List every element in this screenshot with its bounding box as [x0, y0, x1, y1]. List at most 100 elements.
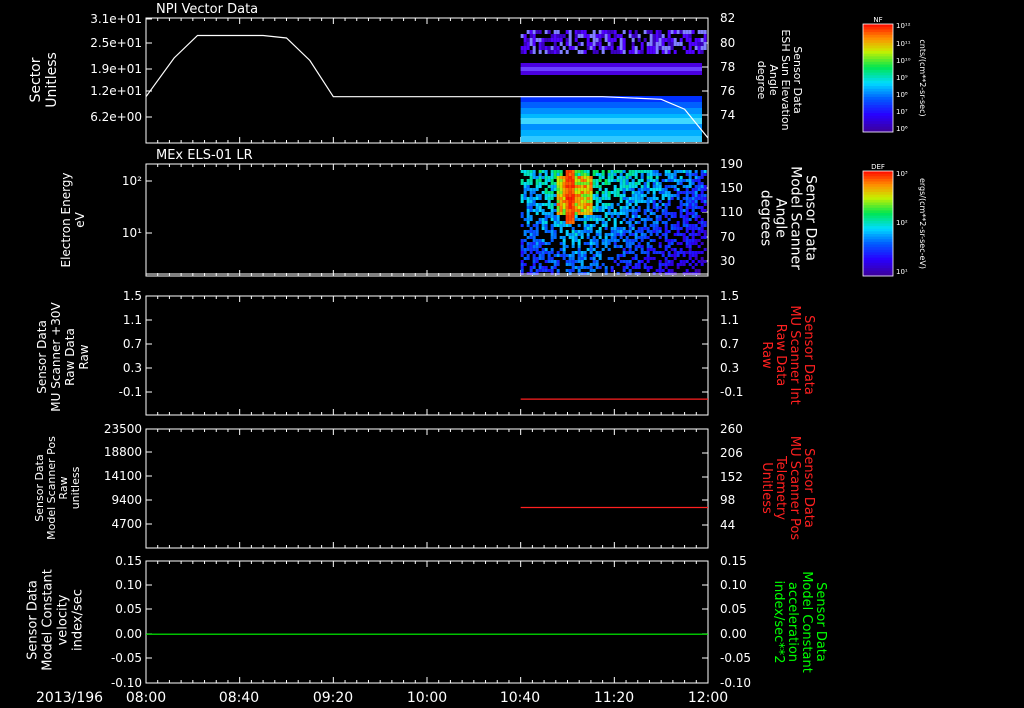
spectrogram-cell — [559, 230, 563, 233]
spectrogram-cell — [547, 176, 551, 179]
spectrogram-cell — [610, 42, 614, 46]
spectrogram-cell — [577, 203, 581, 206]
spectrogram-cell — [634, 46, 638, 50]
left-axis-label-line: index/sec — [71, 589, 86, 651]
spectrogram-cell — [565, 260, 569, 263]
left-axis-label-line: Sensor Data — [26, 580, 41, 660]
spectrogram-cell — [544, 221, 548, 224]
spectrogram-cell — [523, 194, 527, 197]
spectrogram-cell — [643, 209, 647, 212]
spectrogram-cell — [649, 266, 653, 269]
spectrogram-cell — [526, 236, 530, 239]
spectrogram-cell — [556, 46, 560, 50]
colorbar-unit-label: cnts/(cm**2-sr-sec) — [918, 39, 927, 116]
spectrogram-cell — [631, 34, 635, 38]
left-axis-label-line: MU Scanner +30V — [49, 302, 63, 412]
spectrogram-cell — [658, 191, 662, 194]
spectrogram-cell — [685, 239, 689, 242]
spectrogram-cell — [670, 179, 674, 182]
spectrogram-cell — [592, 50, 596, 54]
spectrogram-cell — [652, 203, 656, 206]
spectrogram-cell — [589, 257, 593, 260]
spectrogram-cell — [664, 230, 668, 233]
spectrogram-cell — [634, 200, 638, 203]
spectrogram-cell — [541, 227, 545, 230]
spectrogram-cell — [574, 233, 578, 236]
spectrogram-cell — [610, 215, 614, 218]
spectrogram-cell — [640, 170, 644, 173]
spectrogram-cell — [640, 50, 644, 54]
spectrogram-cell — [667, 203, 671, 206]
spectrogram-cell — [619, 179, 623, 182]
spectrogram-cell — [622, 38, 626, 42]
spectrogram-cell — [556, 194, 560, 197]
spectrogram-cell — [703, 188, 707, 191]
spectrogram-cell — [634, 221, 638, 224]
right-tick-label: 1.1 — [720, 313, 739, 327]
spectrogram-cell — [595, 263, 599, 266]
spectrogram-cell — [691, 191, 695, 194]
spectrogram-cell — [550, 269, 554, 272]
spectrogram-cell — [616, 46, 620, 50]
spectrogram-cell — [529, 206, 533, 209]
spectrogram-cell — [592, 254, 596, 257]
spectrogram-cell — [565, 221, 569, 224]
spectrogram-cell — [586, 236, 590, 239]
spectrogram-cell — [691, 188, 695, 191]
spectrogram-cell — [577, 170, 581, 173]
spectrogram-cell — [571, 257, 575, 260]
spectrogram-cell — [526, 170, 530, 173]
spectrogram-cell — [673, 215, 677, 218]
spectrogram-cell — [658, 34, 662, 38]
left-axis-label: Raw Data — [63, 328, 77, 386]
spectrogram-cell — [535, 221, 539, 224]
spectrogram-cell — [580, 182, 584, 185]
spectrogram-cell — [679, 176, 683, 179]
spectrogram-cell — [658, 245, 662, 248]
right-axis-label: Angle — [773, 198, 789, 238]
spectrogram-cell — [667, 170, 671, 173]
spectrogram-cell — [607, 239, 611, 242]
spectrogram-cell — [523, 239, 527, 242]
spectrogram-cell — [691, 212, 695, 215]
spectrogram-cell — [568, 200, 572, 203]
spectrogram-cell — [604, 191, 608, 194]
spectrogram-cell — [649, 245, 653, 248]
spectrogram-cell — [697, 194, 701, 197]
spectrogram-cell — [550, 185, 554, 188]
spectrogram-cell — [598, 34, 602, 38]
spectrogram-cell — [667, 263, 671, 266]
spectrogram-cell — [520, 50, 524, 54]
spectrogram-cell — [637, 260, 641, 263]
spectrogram-cell — [625, 266, 629, 269]
spectrogram-cell — [697, 197, 701, 200]
colorbar-1: NF10¹²10¹¹10¹⁰10⁹10⁸10⁷10⁶ — [862, 16, 911, 133]
spectrogram-cell — [577, 197, 581, 200]
spectrogram-cell — [655, 251, 659, 254]
spectrogram-cell — [703, 38, 707, 42]
spectrogram-cell — [619, 227, 623, 230]
spectrogram-cell — [619, 42, 623, 46]
spectrogram-cell — [550, 34, 554, 38]
spectrogram-cell — [571, 254, 575, 257]
spectrogram-cell — [682, 224, 686, 227]
spectrogram-cell — [565, 233, 569, 236]
spectrogram-cell — [598, 197, 602, 200]
spectrogram-cell — [583, 221, 587, 224]
spectrogram-cell — [682, 221, 686, 224]
spectrogram-cell — [655, 218, 659, 221]
spectrogram-cell — [634, 233, 638, 236]
spectrogram-cell — [688, 203, 692, 206]
spectrogram-cell — [640, 248, 644, 251]
spectrogram-cell — [667, 50, 671, 54]
spectrogram-cell — [649, 176, 653, 179]
spectrogram-cell — [682, 239, 686, 242]
spectrogram-cell — [520, 182, 524, 185]
spectrogram-cell — [529, 248, 533, 251]
spectrogram-cell — [556, 218, 560, 221]
spectrogram-cell — [622, 266, 626, 269]
spectrogram-cell — [610, 236, 614, 239]
spectrogram-cell — [664, 248, 668, 251]
spectrogram-cell — [604, 227, 608, 230]
right-tick-label: 0.7 — [720, 337, 739, 351]
